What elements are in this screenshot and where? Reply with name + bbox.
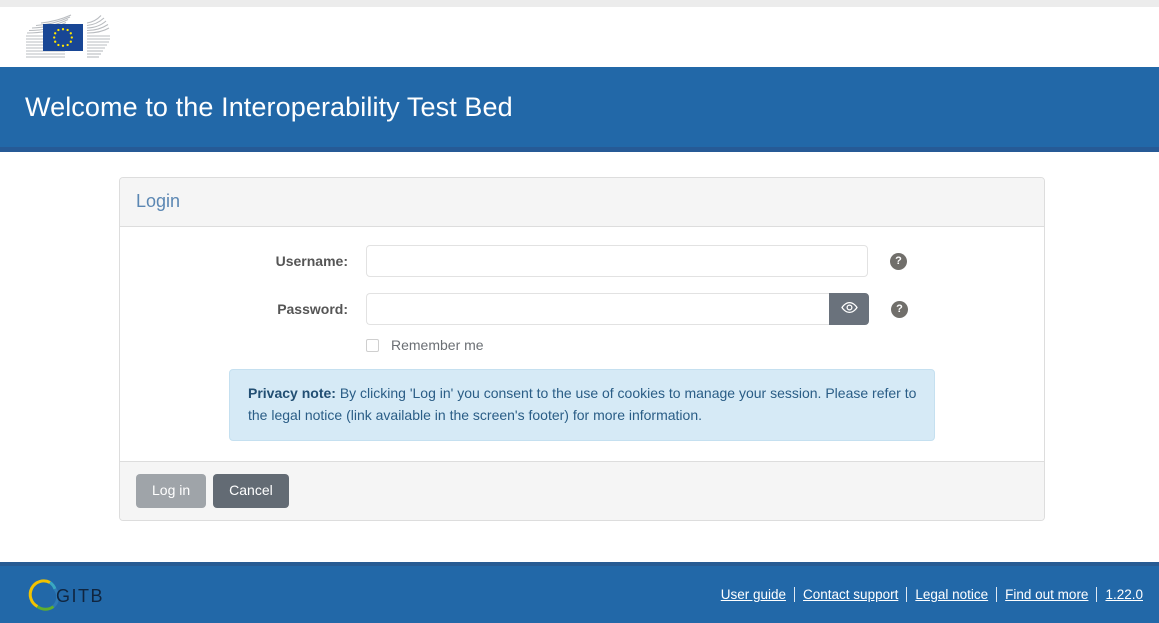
footer-separator [1096,587,1097,602]
main-content: Login Username: ? Password: [0,152,1159,563]
cancel-button[interactable]: Cancel [213,474,289,508]
password-input[interactable] [366,293,829,325]
username-label: Username: [136,253,366,269]
password-label: Password: [136,301,366,317]
page-title: Welcome to the Interoperability Test Bed [25,91,513,123]
password-input-group [366,293,869,325]
top-strip [0,0,1159,7]
gitb-logo: GITB [25,577,109,613]
footer-link-legal-notice[interactable]: Legal notice [907,587,996,602]
remember-me-label: Remember me [391,337,484,353]
password-field-wrap: ? [366,293,908,325]
username-field-wrap: ? [366,245,907,277]
remember-me-checkbox[interactable] [366,339,379,352]
privacy-note-title: Privacy note: [248,385,336,401]
privacy-note-text: By clicking 'Log in' you consent to the … [248,385,916,423]
footer-link-version[interactable]: 1.22.0 [1097,587,1143,602]
login-card-footer: Log in Cancel [120,461,1044,520]
toggle-password-visibility-button[interactable] [829,293,869,325]
privacy-note: Privacy note: By clicking 'Log in' you c… [229,369,935,441]
site-footer: GITB User guide Contact support Legal no… [0,562,1159,623]
logo-area [0,7,1159,67]
footer-link-contact-support[interactable]: Contact support [795,587,906,602]
footer-separator [794,587,795,602]
username-row: Username: ? [136,245,1028,277]
remember-me-row: Remember me [366,337,1028,353]
password-row: Password: ? [136,293,1028,325]
login-card-title: Login [136,191,180,211]
password-help-icon[interactable]: ? [891,301,908,318]
login-card-header: Login [120,178,1044,227]
login-card: Login Username: ? Password: [119,177,1045,521]
username-help-icon[interactable]: ? [890,253,907,270]
login-card-body: Username: ? Password: [120,227,1044,461]
footer-link-find-out-more[interactable]: Find out more [997,587,1096,602]
eye-icon [841,301,858,317]
footer-link-user-guide[interactable]: User guide [721,587,794,602]
footer-links: User guide Contact support Legal notice … [721,587,1143,602]
svg-text:GITB: GITB [56,586,104,606]
european-commission-logo [25,14,121,60]
username-input[interactable] [366,245,868,277]
footer-separator [906,587,907,602]
page-banner: Welcome to the Interoperability Test Bed [0,67,1159,152]
footer-separator [996,587,997,602]
login-button[interactable]: Log in [136,474,206,508]
